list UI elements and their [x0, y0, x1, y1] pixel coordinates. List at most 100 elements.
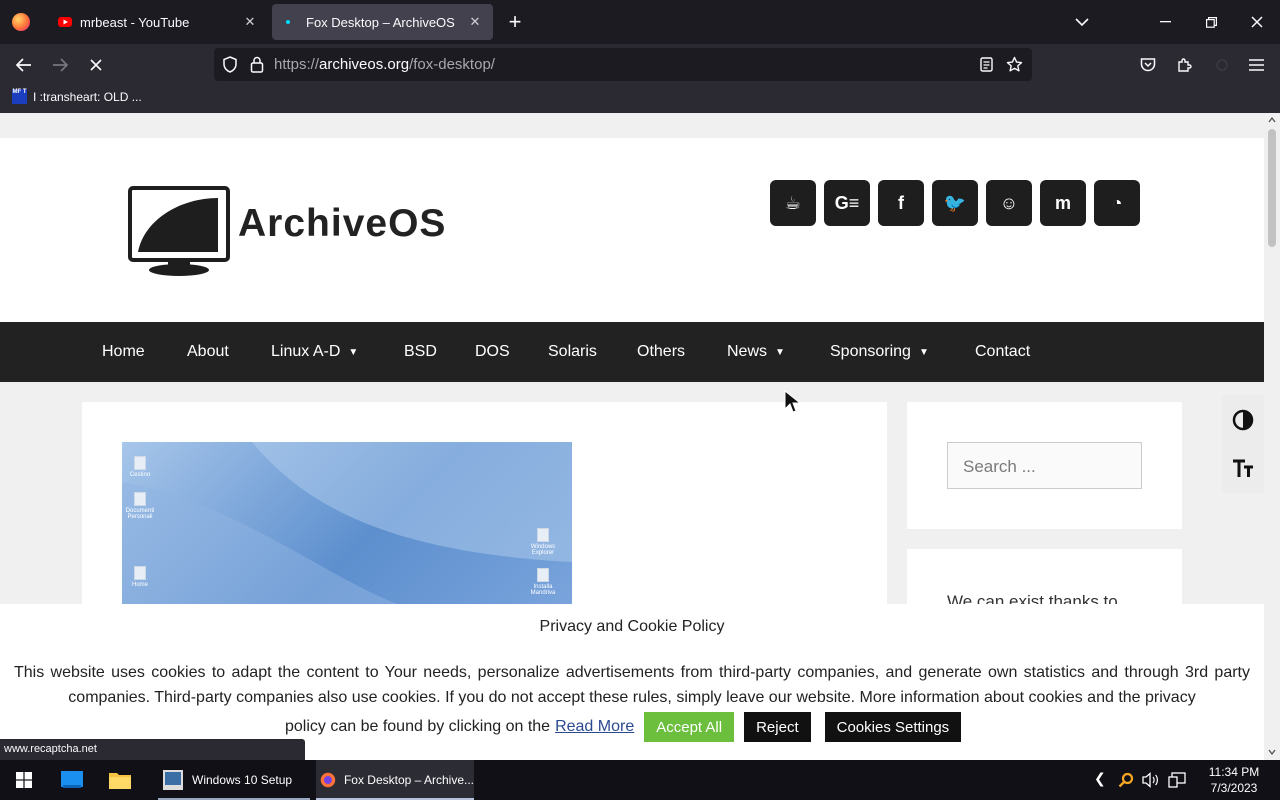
desktop-screenshot[interactable]: Cestino Documenti Personali Home Windows… — [122, 442, 572, 612]
scroll-up-icon[interactable] — [1268, 117, 1276, 123]
forward-icon — [44, 44, 76, 85]
nav-solaris[interactable]: Solaris — [548, 322, 597, 382]
rss-icon[interactable]: ◔ — [1094, 180, 1140, 226]
cookie-actions: policy can be found by clicking on the R… — [285, 712, 962, 742]
site-logo[interactable]: ArchiveOS — [128, 186, 470, 278]
cookie-text-end: policy can be found by clicking on the — [285, 718, 551, 735]
bookmarks-toolbar: MF T I :transheart: OLD ... — [0, 85, 1280, 113]
monitor-logo-icon — [128, 186, 230, 276]
kofi-icon[interactable]: ☕ — [770, 180, 816, 226]
sync-icon[interactable] — [1206, 44, 1238, 85]
desktop-icon: Windows Explorer — [526, 528, 560, 556]
cookie-banner: Privacy and Cookie Policy This website u… — [0, 604, 1264, 760]
nav-others[interactable]: Others — [637, 322, 685, 382]
desktop-icon: Installa Mandriva — [526, 568, 560, 596]
hamburger-menu-icon[interactable] — [1240, 44, 1272, 85]
nav-sponsoring[interactable]: Sponsoring ▼ — [830, 322, 929, 382]
list-all-tabs-icon[interactable] — [1066, 0, 1098, 44]
url-bar[interactable]: https://archiveos.org/fox-desktop/ — [214, 48, 1032, 81]
windows-taskbar: Windows 10 Setup Fox Desktop – Archive..… — [0, 760, 1280, 800]
volume-icon[interactable] — [1142, 772, 1160, 788]
mouse-cursor-icon — [784, 390, 802, 413]
site-header: ArchiveOS ☕ G≡ f 🐦 ☺ m ◔ — [0, 138, 1264, 322]
bookmark-favicon: MF T — [12, 89, 27, 104]
wallpaper-swirl — [122, 442, 572, 612]
restore-icon[interactable] — [1188, 0, 1234, 44]
cookies-settings-button[interactable]: Cookies Settings — [824, 712, 962, 742]
reddit-icon[interactable]: ☺ — [986, 180, 1032, 226]
reader-view-icon[interactable] — [980, 57, 993, 72]
text-size-icon[interactable] — [1222, 444, 1264, 493]
cookie-text: This website uses cookies to adapt the c… — [14, 664, 1250, 706]
back-icon[interactable] — [8, 44, 40, 85]
status-url-overlay: www.recaptcha.net — [0, 739, 305, 760]
chevron-down-icon: ▼ — [348, 346, 359, 358]
nav-toolbar: https://archiveos.org/fox-desktop/ — [0, 44, 1280, 85]
stop-loading-icon[interactable] — [80, 44, 112, 85]
scroll-down-icon[interactable] — [1268, 749, 1276, 755]
nav-dos[interactable]: DOS — [475, 322, 510, 382]
mastodon-icon[interactable]: m — [1040, 180, 1086, 226]
task-view-icon[interactable] — [48, 760, 96, 800]
site-logo-text: ArchiveOS — [238, 202, 447, 245]
desktop-icon: Cestino — [123, 456, 157, 478]
tab-close-icon[interactable]: ✕ — [463, 14, 487, 30]
chevron-down-icon: ▼ — [775, 346, 785, 358]
accept-all-button[interactable]: Accept All — [644, 712, 735, 742]
network-icon[interactable] — [1168, 772, 1186, 788]
minimize-icon[interactable] — [1142, 0, 1188, 44]
nav-contact[interactable]: Contact — [975, 322, 1030, 382]
tab-bar: mrbeast - YouTube ✕ Fox Desktop – Archiv… — [0, 0, 1280, 44]
social-icons: ☕ G≡ f 🐦 ☺ m ◔ — [770, 180, 1140, 226]
tab-close-icon[interactable]: ✕ — [238, 14, 262, 30]
cookie-title: Privacy and Cookie Policy — [539, 618, 725, 635]
clock-date: 7/3/2023 — [1210, 781, 1258, 795]
main-navigation: Home About Linux A-D ▼ BSD DOS Solaris Ot… — [0, 322, 1264, 382]
tracking-shield-icon[interactable] — [222, 56, 238, 73]
facebook-icon[interactable]: f — [878, 180, 924, 226]
close-window-icon[interactable] — [1234, 0, 1280, 44]
read-more-link[interactable]: Read More — [555, 718, 634, 736]
lock-icon[interactable] — [250, 56, 264, 73]
tab-youtube[interactable]: mrbeast - YouTube ✕ — [46, 4, 268, 40]
tray-chevron-icon[interactable]: ❮ — [1094, 770, 1106, 787]
search-widget: Search ... — [907, 402, 1182, 529]
tab-archiveos[interactable]: Fox Desktop – ArchiveOS ✕ — [272, 4, 493, 40]
desktop-icon: Documenti Personali — [123, 492, 157, 520]
file-explorer-icon[interactable] — [96, 760, 144, 800]
search-input[interactable]: Search ... — [947, 442, 1142, 489]
nav-home[interactable]: Home — [102, 322, 145, 382]
setup-app-icon — [163, 770, 183, 790]
loading-dot-icon — [286, 20, 290, 24]
scrollbar-thumb[interactable] — [1268, 129, 1276, 247]
url-text[interactable]: https://archiveos.org/fox-desktop/ — [274, 56, 495, 73]
bookmark-label: I :transheart: OLD ... — [33, 89, 142, 104]
search-tray-icon[interactable] — [1118, 772, 1134, 788]
page-scrollbar[interactable] — [1264, 113, 1280, 760]
clock-time: 11:34 PM — [1208, 765, 1260, 779]
extensions-icon[interactable] — [1168, 44, 1200, 85]
taskbar-app-firefox[interactable]: Fox Desktop – Archive... — [316, 760, 474, 800]
nav-linux-a-d[interactable]: Linux A-D ▼ — [271, 322, 358, 382]
twitter-icon[interactable]: 🐦 — [932, 180, 978, 226]
new-tab-button[interactable]: + — [502, 0, 528, 44]
taskbar-app-windows-setup[interactable]: Windows 10 Setup — [158, 760, 310, 800]
system-clock[interactable]: 11:34 PM 7/3/2023 — [1196, 764, 1272, 796]
contrast-icon[interactable] — [1222, 395, 1264, 444]
pocket-icon[interactable] — [1132, 44, 1164, 85]
nav-bsd[interactable]: BSD — [404, 322, 437, 382]
chevron-down-icon: ▼ — [918, 346, 929, 358]
page-viewport: ArchiveOS ☕ G≡ f 🐦 ☺ m ◔ Home About Linu… — [0, 113, 1264, 760]
desktop-icon: Home — [123, 566, 157, 588]
windows-start-icon[interactable] — [0, 760, 48, 800]
nav-about[interactable]: About — [187, 322, 229, 382]
firefox-menu-icon[interactable] — [12, 13, 30, 31]
firefox-app-icon — [320, 772, 336, 788]
nav-news[interactable]: News ▼ — [727, 322, 785, 382]
tab-title: Fox Desktop – ArchiveOS — [306, 14, 455, 30]
reject-button[interactable]: Reject — [744, 712, 811, 742]
bookmark-item[interactable]: MF T I :transheart: OLD ... — [12, 89, 142, 104]
gettr-icon[interactable]: G≡ — [824, 180, 870, 226]
bookmark-star-icon[interactable] — [1006, 56, 1023, 73]
accessibility-toolbar — [1222, 395, 1264, 493]
